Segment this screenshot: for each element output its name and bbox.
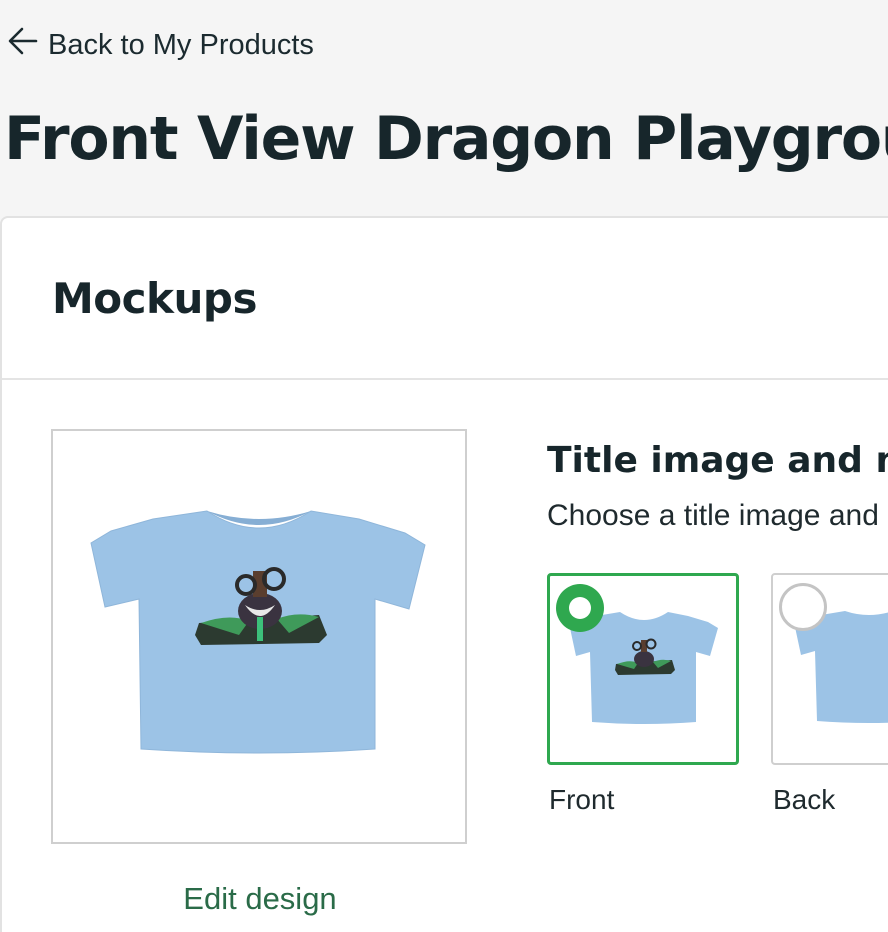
mockups-card-header: Mockups bbox=[2, 218, 888, 380]
radio-unselected-icon[interactable] bbox=[779, 583, 827, 631]
mockup-option-front[interactable] bbox=[547, 573, 739, 765]
radio-selected-icon[interactable] bbox=[556, 584, 604, 632]
main-mockup-preview bbox=[51, 429, 467, 844]
mockups-card: Mockups Edit design Title image and Choo… bbox=[0, 216, 888, 932]
mockup-option-back-label: Back bbox=[773, 784, 836, 815]
title-image-heading: Title image and mo bbox=[547, 440, 888, 481]
back-to-products-link[interactable]: Back to My Products bbox=[6, 24, 314, 66]
mockups-title: Mockups bbox=[52, 274, 257, 323]
title-image-description: Choose a title image and bbox=[547, 499, 879, 532]
edit-design-link[interactable]: Edit design bbox=[52, 881, 468, 917]
arrow-left-icon bbox=[6, 24, 40, 66]
mockup-option-front-label: Front bbox=[549, 784, 615, 815]
tshirt-mockup-image bbox=[90, 510, 426, 754]
product-page: Back to My Products Front View Dragon Pl… bbox=[0, 0, 888, 932]
page-title: Front View Dragon Playground bbox=[4, 104, 888, 174]
back-link-label: Back to My Products bbox=[48, 28, 314, 61]
mockup-option-back[interactable] bbox=[771, 573, 888, 765]
